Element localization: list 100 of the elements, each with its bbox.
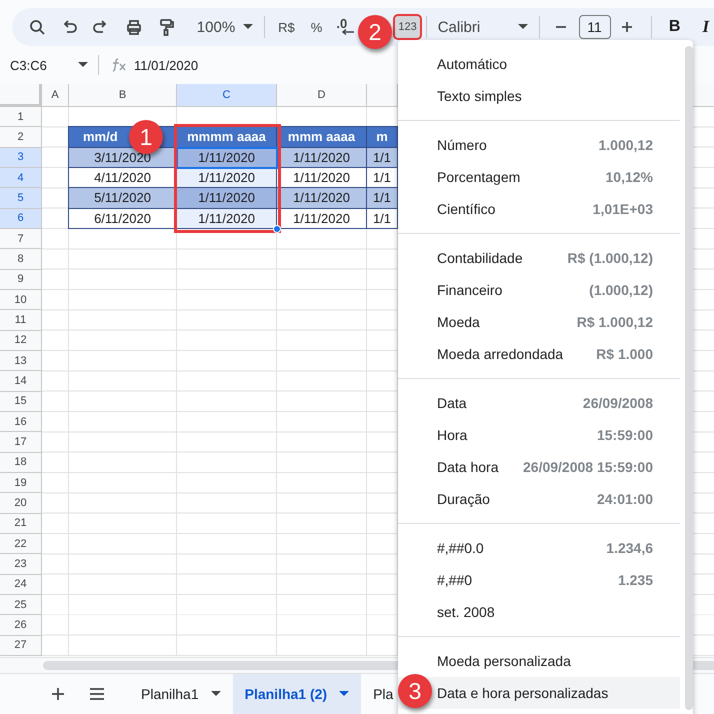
row-header[interactable]: 25 <box>0 594 42 616</box>
row-header[interactable]: 12 <box>0 330 42 351</box>
row-header[interactable]: 14 <box>0 371 42 392</box>
table-cell: 1/11/2020 <box>276 187 367 209</box>
row-header[interactable]: 5 <box>0 188 42 209</box>
row-header[interactable]: 18 <box>0 452 42 473</box>
sheet-tab[interactable]: Planilha1 <box>129 674 233 714</box>
row-header[interactable]: 21 <box>0 514 42 534</box>
menu-item[interactable]: Texto simples <box>398 80 680 112</box>
column-header[interactable]: C <box>177 84 277 107</box>
menu-item-label: Moeda personalizada <box>437 653 571 669</box>
row-header[interactable]: 7 <box>0 228 42 250</box>
column-header[interactable]: D <box>277 84 367 107</box>
font-dropdown[interactable]: Calibri <box>432 14 534 40</box>
table-cell: 5/11/2020 <box>68 187 177 209</box>
row-header[interactable]: 27 <box>0 636 42 656</box>
table-cell: 1/1 <box>366 208 398 229</box>
menu-item[interactable]: Financeiro (1.000,12) <box>398 274 680 306</box>
row-header[interactable]: 20 <box>0 493 42 514</box>
search-icon <box>28 18 46 36</box>
formula-icon <box>111 58 127 72</box>
decrease-decimal-button[interactable]: .0 <box>331 15 360 39</box>
row-header[interactable]: 8 <box>0 249 42 270</box>
format-example: 1.000,12 <box>598 137 653 153</box>
menu-item[interactable]: Científico 1,01E+03 <box>398 193 680 225</box>
format-example: (1.000,12) <box>589 282 653 298</box>
menu-item[interactable]: Contabilidade R$ (1.000,12) <box>398 242 680 274</box>
sheet-tab[interactable]: Planilha1 (2) <box>232 674 362 714</box>
table-cell: 1/1 <box>366 187 398 209</box>
menu-item[interactable]: Moeda R$ 1.000,12 <box>398 306 680 338</box>
bold-button[interactable]: B <box>664 14 686 40</box>
menu-item[interactable]: Moeda personalizada <box>398 645 680 677</box>
row-header[interactable]: 19 <box>0 472 42 494</box>
menu-item-label: #,##0 <box>437 572 472 588</box>
menu-item-label: Data e hora personalizadas <box>437 685 608 701</box>
row-header[interactable]: 9 <box>0 270 42 290</box>
row-header[interactable]: 6 <box>0 208 42 229</box>
sheet-tab[interactable]: Pla <box>361 674 394 714</box>
caret-icon <box>210 691 221 697</box>
name-box[interactable]: C3:C6 <box>0 58 88 72</box>
format-example: 1.234,6 <box>606 540 653 556</box>
row-header[interactable]: 3 <box>0 148 42 168</box>
number-format-button[interactable]: 123 <box>395 16 420 38</box>
menu-item-label: Data hora <box>437 459 498 475</box>
format-example: 15:59:00 <box>596 427 653 443</box>
menu-item-label: Data <box>437 395 467 411</box>
menu-item-label: Número <box>437 137 487 153</box>
row-header[interactable]: 11 <box>0 310 42 331</box>
format-example: 10,12% <box>606 169 653 185</box>
menu-item[interactable]: #,##0 1.235 <box>398 564 680 596</box>
zoom-dropdown[interactable]: 100% <box>192 14 258 40</box>
row-header[interactable]: 26 <box>0 615 42 636</box>
percent-button[interactable]: % <box>306 16 328 38</box>
table-cell: 1/11/2020 <box>176 187 277 209</box>
row-header[interactable]: 23 <box>0 554 42 575</box>
menu-item[interactable]: Número 1.000,12 <box>398 129 680 161</box>
menu-item[interactable]: Hora 15:59:00 <box>398 419 680 451</box>
menu-item-label: Moeda <box>437 314 480 330</box>
row-header[interactable]: 15 <box>0 392 42 412</box>
menu-item[interactable]: Porcentagem 10,12% <box>398 161 680 193</box>
menu-item-label: Automático <box>437 56 508 72</box>
italic-button[interactable]: I <box>697 13 714 41</box>
row-header[interactable]: 24 <box>0 574 42 595</box>
menu-icon <box>89 687 105 701</box>
row-header[interactable]: 2 <box>0 127 42 148</box>
column-header[interactable]: A <box>42 84 69 107</box>
left-arrow-icon <box>342 29 354 35</box>
row-header[interactable]: 17 <box>0 432 42 453</box>
format-example: 1,01E+03 <box>592 201 653 217</box>
caret-icon <box>339 691 350 697</box>
caret-icon <box>78 62 88 68</box>
menu-item[interactable]: set. 2008 <box>398 596 680 628</box>
menu-item[interactable]: Moeda arredondada R$ 1.000 <box>398 338 680 370</box>
row-header[interactable]: 16 <box>0 412 42 432</box>
column-header[interactable]: B <box>69 84 177 107</box>
row-header[interactable]: 13 <box>0 350 42 372</box>
menu-item[interactable]: Automático <box>398 48 680 80</box>
format-example: 1.235 <box>618 572 653 588</box>
menu-item[interactable]: Data 26/09/2008 <box>398 387 680 419</box>
header-cell: m <box>366 126 398 148</box>
row-header[interactable]: 4 <box>0 168 42 188</box>
formula-value[interactable]: 11/01/2020 <box>134 58 198 72</box>
table-cell: 6/11/2020 <box>68 208 177 229</box>
caret-icon <box>243 24 254 30</box>
format-example: R$ (1.000,12) <box>567 250 653 266</box>
caret-icon <box>518 24 528 30</box>
format-example: R$ 1.000 <box>596 346 653 362</box>
font-size-field[interactable]: 11 <box>578 15 611 39</box>
currency-button[interactable]: R$ <box>273 16 300 38</box>
menu-item[interactable]: #,##0.0 1.234,6 <box>398 532 680 564</box>
menu-item[interactable]: Data hora 26/09/2008 15:59:00 <box>398 451 680 483</box>
cell-range: C3:C6 <box>10 58 47 72</box>
row-header[interactable]: 10 <box>0 290 42 310</box>
table-cell: 1/1 <box>366 146 398 168</box>
scrollbar[interactable] <box>685 46 693 710</box>
format-example: R$ 1.000,12 <box>576 314 653 330</box>
row-header[interactable]: 22 <box>0 534 42 554</box>
menu-item[interactable]: Duração 24:01:00 <box>398 483 680 515</box>
menu-item-label: Texto simples <box>437 88 522 104</box>
row-header[interactable]: 1 <box>0 107 42 128</box>
